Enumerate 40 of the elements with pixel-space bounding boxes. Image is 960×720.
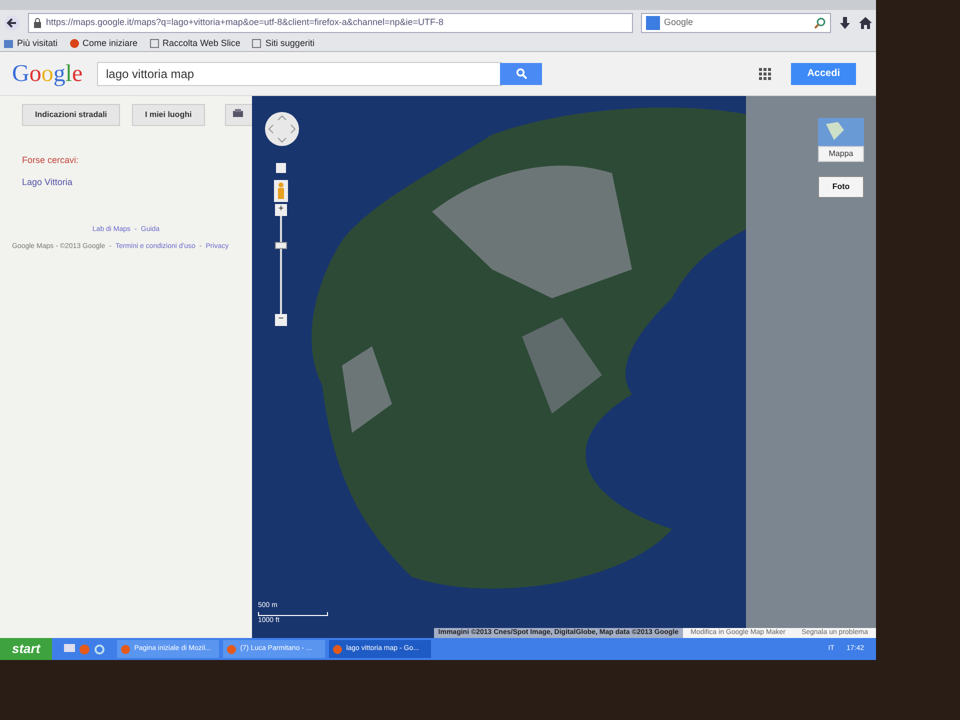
page-icon <box>150 39 159 48</box>
browser-e-icon[interactable] <box>94 644 106 654</box>
search-engine-field[interactable]: Google <box>641 13 831 33</box>
lock-icon <box>33 18 42 28</box>
firefox-icon <box>121 644 130 654</box>
globe-icon <box>818 118 864 146</box>
search-button[interactable] <box>500 62 542 84</box>
suggestion-link[interactable]: Lago Vittoria <box>22 176 230 189</box>
zoom-slider-track[interactable]: + − <box>273 204 289 326</box>
back-arrow-icon[interactable] <box>4 15 20 31</box>
sidebar-button[interactable]: I miei luoghi <box>132 104 205 126</box>
sidebar-button[interactable]: Indicazioni stradali <box>22 104 120 126</box>
zoom-in-button[interactable]: + <box>275 204 287 216</box>
page-icon <box>252 39 262 48</box>
suggestion-label: Forse cercavi: <box>22 154 80 167</box>
firefox-icon <box>333 644 342 654</box>
apps-grid-icon[interactable] <box>759 68 772 80</box>
search-icon[interactable] <box>814 17 826 29</box>
address-bar[interactable]: https://maps.google.it/maps?q=lago+vittoria+map&oe=utf-8&client=firefox-a&channel=np&ie=UTF-8 <box>28 13 633 33</box>
search-field[interactable]: lago vittoria map <box>97 62 502 86</box>
map-type-button[interactable]: Mappa <box>818 146 864 162</box>
zoom-slider-thumb[interactable] <box>275 242 287 250</box>
pan-control-icon[interactable] <box>264 111 300 147</box>
folder-icon <box>4 40 13 48</box>
firefox-icon <box>70 39 79 48</box>
search-icon <box>516 68 526 79</box>
zoom-out-button[interactable]: − <box>275 314 287 326</box>
bookmark-link[interactable]: Come iniziare <box>82 36 138 50</box>
start-button[interactable]: start <box>0 638 52 660</box>
download-icon[interactable] <box>839 17 851 29</box>
bookmark-link[interactable]: Più visitati <box>17 36 58 50</box>
scale-bar <box>258 612 328 616</box>
firefox-icon <box>227 644 236 654</box>
home-icon[interactable] <box>859 17 872 29</box>
desktop-icon[interactable] <box>64 644 76 654</box>
sign-in-button[interactable]: Accedi <box>791 62 856 84</box>
bookmark-link[interactable]: Siti suggeriti <box>265 36 314 50</box>
bookmark-link[interactable]: Raccolta Web Slice <box>162 36 240 50</box>
map-type-button[interactable]: Foto <box>818 176 864 198</box>
google-logo[interactable]: Google <box>12 56 97 92</box>
